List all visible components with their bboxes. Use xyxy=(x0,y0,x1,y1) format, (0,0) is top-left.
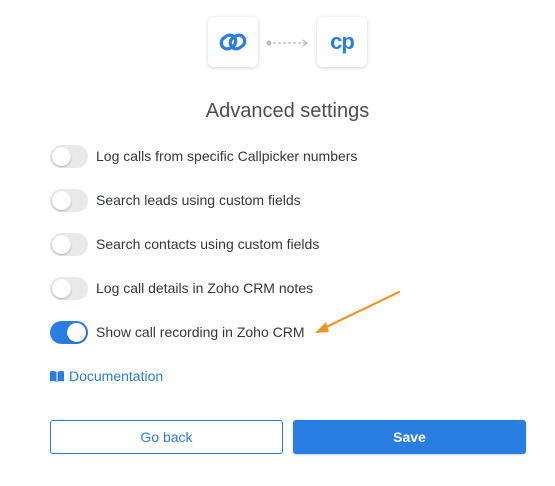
toggle-knob xyxy=(67,322,86,342)
documentation-label: Documentation xyxy=(69,368,164,384)
toggle-show-recording[interactable] xyxy=(50,320,88,344)
toggle-log-notes[interactable] xyxy=(50,276,88,300)
setting-row-log-notes: Log call details in Zoho CRM notes xyxy=(50,275,313,301)
page-title: Advanced settings xyxy=(205,100,370,122)
documentation-link[interactable]: Documentation xyxy=(49,368,163,384)
book-icon xyxy=(50,370,64,382)
setting-label: Show call recording in Zoho CRM xyxy=(96,324,305,340)
toggle-knob xyxy=(52,234,71,254)
setting-row-search-contacts: Search contacts using custom fields xyxy=(50,231,319,257)
dashed-arrow-connector xyxy=(266,39,308,47)
annotation-arrow xyxy=(315,290,401,333)
setting-label: Log calls from specific Callpicker numbe… xyxy=(96,148,358,164)
toggle-knob xyxy=(52,146,71,166)
setting-row-search-leads: Search leads using custom fields xyxy=(50,187,301,213)
zoho-link-icon xyxy=(219,33,247,51)
toggle-search-contacts[interactable] xyxy=(50,232,88,256)
setting-row-show-recording: Show call recording in Zoho CRM xyxy=(50,319,305,345)
setting-label: Search contacts using custom fields xyxy=(96,236,320,252)
setting-row-log-calls: Log calls from specific Callpicker numbe… xyxy=(50,143,357,169)
toggle-knob xyxy=(52,190,71,210)
go-back-button[interactable]: Go back xyxy=(50,420,283,454)
toggle-knob xyxy=(52,278,71,298)
save-button[interactable]: Save xyxy=(293,420,526,454)
zoho-logo-tile xyxy=(208,17,258,67)
setting-label: Log call details in Zoho CRM notes xyxy=(96,280,314,296)
callpicker-logo-tile: cp xyxy=(317,17,367,67)
toggle-log-calls[interactable] xyxy=(50,144,88,168)
callpicker-cp-icon: cp xyxy=(330,29,355,54)
toggle-search-leads[interactable] xyxy=(50,188,88,212)
setting-label: Search leads using custom fields xyxy=(96,192,301,208)
